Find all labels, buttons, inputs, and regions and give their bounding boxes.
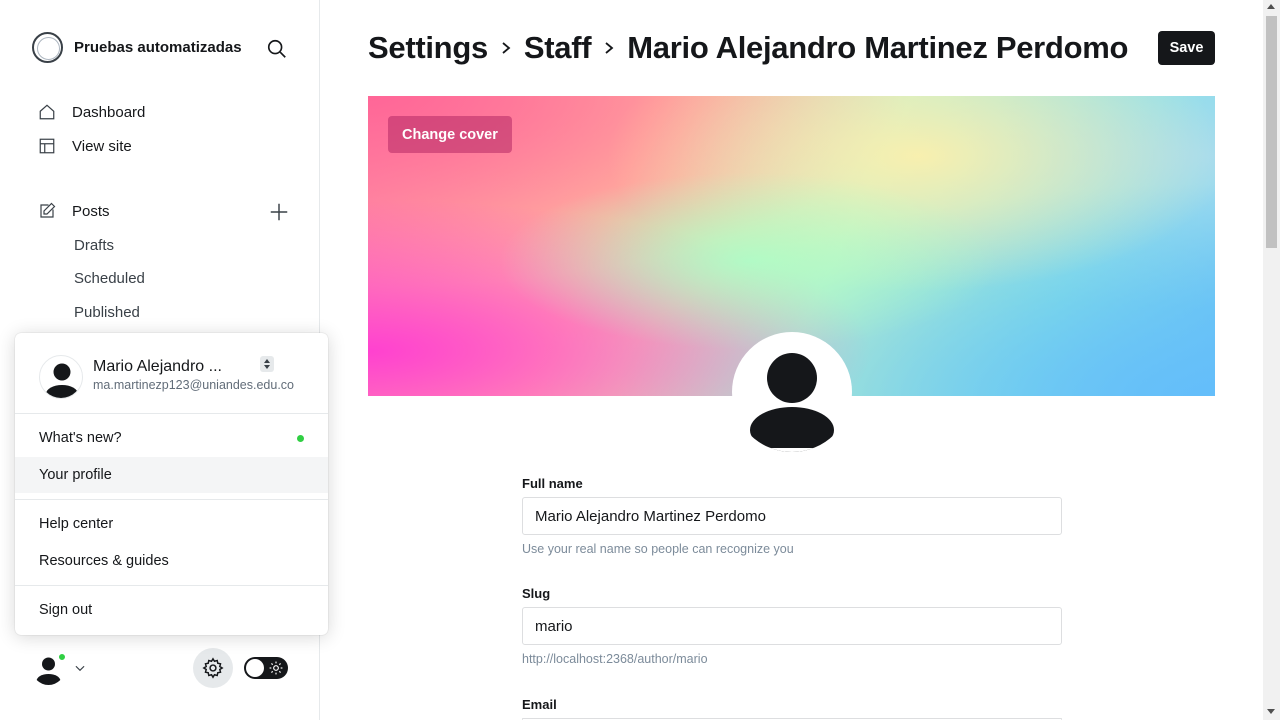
gear-icon <box>202 657 224 679</box>
menu-sign-out[interactable]: Sign out <box>15 592 328 628</box>
menu-resources[interactable]: Resources & guides <box>15 543 328 579</box>
site-name: Pruebas automatizadas <box>74 39 242 56</box>
divider <box>15 499 328 500</box>
site-logo <box>32 32 63 63</box>
layout-icon <box>39 138 55 154</box>
toggle-knob <box>246 659 264 677</box>
online-status-dot <box>57 652 67 662</box>
slug-label: Slug <box>522 586 551 601</box>
menu-your-profile[interactable]: Your profile <box>15 457 328 493</box>
chevron-right-icon <box>605 42 614 54</box>
nav-drafts[interactable]: Drafts <box>74 237 114 254</box>
menu-resources-label: Resources & guides <box>39 553 169 569</box>
home-icon <box>39 104 55 120</box>
page-scrollbar[interactable] <box>1263 0 1280 720</box>
add-post-icon[interactable] <box>268 201 290 223</box>
save-button[interactable]: Save <box>1158 31 1215 65</box>
menu-help-center[interactable]: Help center <box>15 506 328 542</box>
nav-published[interactable]: Published <box>74 304 140 321</box>
slug-hint: http://localhost:2368/author/mario <box>522 652 708 666</box>
menu-whats-new-label: What's new? <box>39 430 122 446</box>
site-brand[interactable]: Pruebas automatizadas <box>32 32 254 63</box>
nav-scheduled[interactable]: Scheduled <box>74 270 145 287</box>
switch-account-icon[interactable] <box>260 356 274 372</box>
menu-whats-new[interactable]: What's new? <box>15 420 328 456</box>
user-menu-name: Mario Alejandro ... <box>93 358 222 375</box>
full-name-hint: Use your real name so people can recogni… <box>522 542 794 556</box>
user-menu-popup: Mario Alejandro ... ma.martinezp123@unia… <box>15 333 328 635</box>
user-avatar-icon <box>46 363 78 398</box>
user-avatar-icon <box>732 353 852 452</box>
menu-your-profile-label: Your profile <box>39 467 112 483</box>
menu-help-center-label: Help center <box>39 516 114 532</box>
breadcrumb-staff[interactable]: Staff <box>524 30 592 66</box>
user-menu-avatar <box>39 355 83 399</box>
menu-sign-out-label: Sign out <box>39 602 93 618</box>
email-label: Email <box>522 697 557 712</box>
divider <box>15 585 328 586</box>
search-icon[interactable] <box>266 38 288 60</box>
scrollbar-thumb[interactable] <box>1266 16 1277 248</box>
chevron-right-icon <box>502 42 511 54</box>
nav-view-site-label: View site <box>72 137 132 155</box>
nav-posts-label: Posts <box>72 202 110 220</box>
breadcrumb: Settings Staff Mario Alejandro Martinez … <box>368 28 1128 68</box>
nav-view-site[interactable]: View site <box>38 137 132 155</box>
user-menu-email: ma.martinezp123@uniandes.edu.co <box>93 378 295 392</box>
nav-posts[interactable]: Posts <box>38 202 110 220</box>
user-info: Mario Alejandro ... ma.martinezp123@unia… <box>39 355 294 399</box>
scroll-down-arrow[interactable] <box>1267 709 1275 714</box>
full-name-label: Full name <box>522 476 583 491</box>
new-indicator-dot <box>297 435 304 442</box>
divider <box>15 413 328 414</box>
page-title: Mario Alejandro Martinez Perdomo <box>627 30 1129 65</box>
sort-arrows-icon <box>264 359 270 369</box>
profile-avatar[interactable] <box>732 332 852 452</box>
scroll-up-arrow[interactable] <box>1267 4 1275 9</box>
change-cover-button[interactable]: Change cover <box>388 116 512 153</box>
slug-input[interactable] <box>522 607 1062 645</box>
sun-icon <box>269 661 283 675</box>
chevron-down-icon[interactable] <box>73 661 87 675</box>
full-name-input[interactable] <box>522 497 1062 535</box>
breadcrumb-settings[interactable]: Settings <box>368 30 488 66</box>
nav-dashboard[interactable]: Dashboard <box>38 103 145 121</box>
nav-dashboard-label: Dashboard <box>72 103 146 121</box>
dark-mode-toggle[interactable] <box>244 657 288 679</box>
pencil-icon <box>40 202 56 218</box>
settings-button[interactable] <box>193 648 233 688</box>
